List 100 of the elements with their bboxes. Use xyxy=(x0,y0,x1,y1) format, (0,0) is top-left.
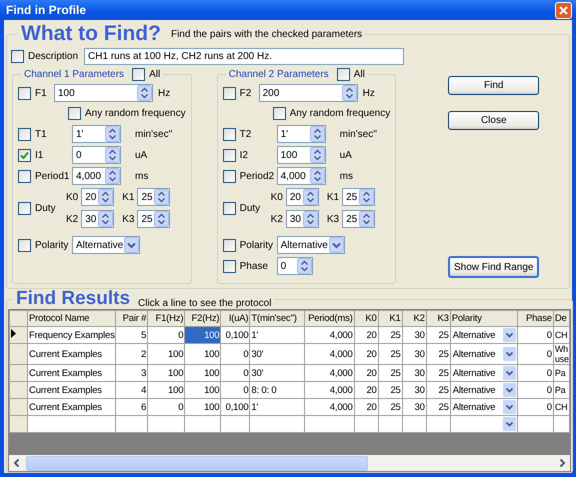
push-button[interactable]: Show Find Range xyxy=(448,256,540,278)
table-cell[interactable]: 25 xyxy=(378,364,402,382)
parameter-checkbox[interactable]: T2 xyxy=(222,128,277,140)
chevron-down-icon[interactable] xyxy=(502,417,516,431)
table-cell[interactable]: CH xyxy=(553,398,570,416)
table-cell[interactable]: 1' xyxy=(250,326,304,344)
description-checkbox[interactable]: Description xyxy=(11,50,78,63)
table-cell[interactable]: 25 xyxy=(426,326,450,344)
table-cell[interactable]: 0 xyxy=(517,344,554,364)
table-cell[interactable]: CH xyxy=(553,326,570,344)
table-cell[interactable]: 20 xyxy=(354,364,378,382)
option-checkbox[interactable]: Any random frequency xyxy=(272,107,390,120)
push-button[interactable]: Close xyxy=(448,111,540,130)
table-cell[interactable]: 100 xyxy=(148,364,185,382)
parameter-checkbox[interactable]: F1 xyxy=(18,86,54,100)
table-cell[interactable]: Frequency Examples xyxy=(28,326,116,344)
table-cell[interactable]: 100 xyxy=(148,344,185,364)
column-header[interactable]: I(uA) xyxy=(220,310,250,326)
horizontal-scrollbar[interactable] xyxy=(9,455,570,471)
table-cell[interactable]: 25 xyxy=(378,398,402,416)
table-cell[interactable]: Pa xyxy=(553,364,570,382)
column-header[interactable]: Period(ms) xyxy=(304,310,354,326)
table-cell[interactable]: 100 xyxy=(184,398,221,416)
dropdown[interactable]: Alternative xyxy=(72,236,140,254)
column-header[interactable]: Phase xyxy=(517,310,554,326)
spin-field[interactable]: 4,000 xyxy=(276,167,326,185)
spin-field[interactable]: 25 xyxy=(137,188,170,206)
parameter-checkbox[interactable]: T1 xyxy=(18,128,72,140)
spin-field[interactable]: 0 xyxy=(72,146,121,164)
column-header[interactable]: K1 xyxy=(378,310,402,326)
table-cell[interactable]: 30 xyxy=(402,382,426,398)
parameter-checkbox[interactable]: Duty xyxy=(18,202,72,214)
table-cell[interactable]: Wh use xyxy=(553,344,570,364)
table-cell[interactable]: 30 xyxy=(402,344,426,364)
table-cell[interactable]: 30 xyxy=(402,398,426,416)
table-cell[interactable]: Current Examples xyxy=(28,364,116,382)
push-button[interactable]: Find xyxy=(448,76,540,95)
column-header[interactable]: F2(Hz) xyxy=(184,310,221,326)
parameter-checkbox[interactable]: Duty xyxy=(222,202,277,214)
column-header[interactable]: K0 xyxy=(354,310,378,326)
table-cell[interactable]: Pa xyxy=(553,382,570,398)
all-checkbox[interactable]: All xyxy=(336,68,365,81)
column-header[interactable]: Polarity xyxy=(450,310,518,326)
column-header[interactable]: F1(Hz) xyxy=(148,310,185,326)
table-cell[interactable]: Current Examples xyxy=(28,382,116,398)
table-cell[interactable]: 0 xyxy=(517,398,554,416)
table-cell[interactable]: Current Examples xyxy=(28,344,116,364)
table-cell[interactable]: 4 xyxy=(116,382,148,398)
spin-field[interactable]: 1' xyxy=(276,125,326,143)
dropdown[interactable]: Alternative xyxy=(276,236,345,254)
table-cell[interactable]: 20 xyxy=(354,398,378,416)
spin-field[interactable]: 4,000 xyxy=(72,167,121,185)
spin-field[interactable]: 30 xyxy=(81,210,114,228)
table-cell[interactable]: 0 xyxy=(220,382,250,398)
table-cell[interactable]: 0 xyxy=(220,344,250,364)
table-cell[interactable]: 25 xyxy=(426,364,450,382)
table-cell[interactable]: 0 xyxy=(517,326,554,344)
table-cell[interactable]: 100 xyxy=(184,382,221,398)
table-cell[interactable]: 25 xyxy=(426,344,450,364)
table-cell[interactable]: 100 xyxy=(148,382,185,398)
table-cell[interactable]: 4,000 xyxy=(304,382,354,398)
table-cell[interactable]: 1' xyxy=(250,398,304,416)
column-header[interactable]: K3 xyxy=(426,310,450,326)
spin-field[interactable]: 25 xyxy=(342,188,376,206)
spin-field[interactable]: 200 xyxy=(258,84,358,102)
table-cell[interactable]: 4,000 xyxy=(304,344,354,364)
spin-field[interactable]: 30 xyxy=(286,210,319,228)
parameter-checkbox[interactable]: Period1 xyxy=(18,170,72,182)
parameter-checkbox[interactable]: Phase xyxy=(222,260,277,272)
table-cell[interactable]: 5 xyxy=(116,326,148,344)
column-header[interactable]: Protocol Name xyxy=(28,310,116,326)
table-cell[interactable]: 4,000 xyxy=(304,364,354,382)
table-cell[interactable]: 30' xyxy=(250,344,304,364)
table-cell[interactable]: 6 xyxy=(116,398,148,416)
table-cell[interactable]: 100 xyxy=(184,344,221,364)
table-cell[interactable]: 8: 0: 0 xyxy=(250,382,304,398)
table-cell[interactable]: 0,100 xyxy=(220,326,250,344)
table-cell[interactable]: Current Examples xyxy=(28,398,116,416)
parameter-checkbox[interactable]: Polarity xyxy=(222,238,277,252)
option-checkbox[interactable]: Any random frequency xyxy=(68,107,186,120)
table-cell[interactable]: 100 xyxy=(184,326,221,344)
column-header[interactable]: Pair # xyxy=(116,310,148,326)
table-cell[interactable]: 20 xyxy=(354,326,378,344)
parameter-checkbox[interactable]: Polarity xyxy=(18,238,72,252)
spin-field[interactable]: 1' xyxy=(72,125,121,143)
spin-field[interactable]: 25 xyxy=(137,210,170,228)
column-header[interactable]: De xyxy=(553,310,570,326)
spin-field[interactable]: 20 xyxy=(81,188,114,206)
table-cell[interactable]: 30' xyxy=(250,364,304,382)
table-cell[interactable]: 4,000 xyxy=(304,398,354,416)
table-cell[interactable]: 0 xyxy=(148,398,185,416)
table-cell[interactable]: 0 xyxy=(517,382,554,398)
table-cell[interactable]: 100 xyxy=(184,364,221,382)
parameter-checkbox[interactable]: I2 xyxy=(222,148,277,162)
table-cell[interactable]: 0,100 xyxy=(220,398,250,416)
table-cell[interactable]: 0 xyxy=(517,364,554,382)
table-cell[interactable]: 25 xyxy=(378,326,402,344)
spin-field[interactable]: 100 xyxy=(54,84,153,102)
scrollbar-thumb[interactable] xyxy=(26,456,368,470)
spin-field[interactable]: 20 xyxy=(286,188,319,206)
